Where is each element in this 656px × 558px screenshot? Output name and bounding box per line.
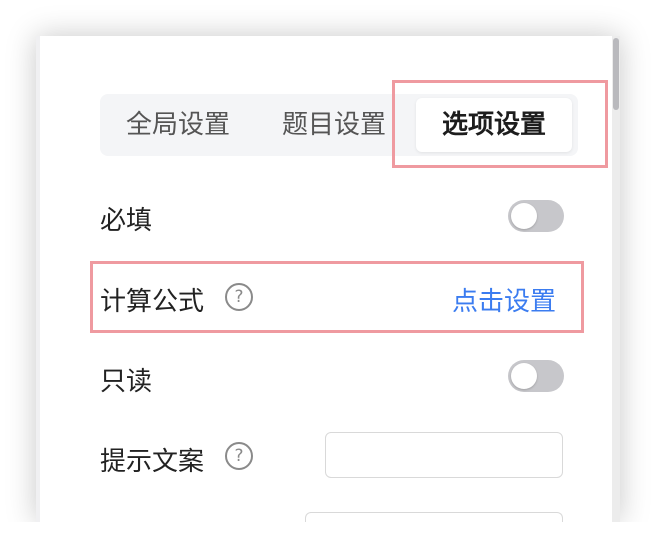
- required-label: 必填: [100, 206, 153, 236]
- formula-setup-link[interactable]: 点击设置: [452, 281, 556, 318]
- tab-option-settings[interactable]: 选项设置: [416, 98, 572, 152]
- required-toggle[interactable]: [508, 200, 564, 232]
- settings-tabs: 全局设置 题目设置 选项设置: [100, 94, 578, 156]
- readonly-label: 只读: [100, 367, 153, 397]
- question-circle-icon[interactable]: ?: [225, 283, 253, 311]
- hint-text-input[interactable]: [325, 432, 563, 478]
- tab-global-settings[interactable]: 全局设置: [126, 94, 230, 156]
- scrollbar-thumb[interactable]: [613, 38, 619, 110]
- hint-text-label: 提示文案: [100, 447, 205, 477]
- readonly-toggle[interactable]: [508, 360, 564, 392]
- formula-label: 计算公式: [100, 287, 205, 317]
- question-circle-icon[interactable]: ?: [225, 442, 253, 470]
- tab-question-settings[interactable]: 题目设置: [282, 94, 386, 156]
- bottom-background: [0, 522, 656, 558]
